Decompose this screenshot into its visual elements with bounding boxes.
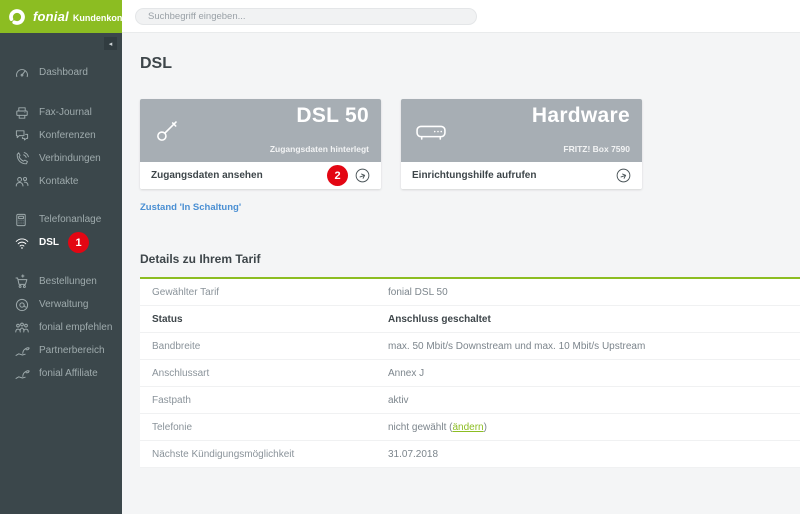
row-label: Gewählter Tarif bbox=[152, 286, 220, 298]
dsl-tariff-card: DSL 50 Zugangsdaten hinterlegt Zugangsda… bbox=[140, 99, 381, 189]
setup-help-label: Einrichtungshilfe aufrufen bbox=[412, 170, 537, 181]
sidebar-item-telefonanlage[interactable]: Telefonanlage bbox=[0, 208, 122, 231]
sidebar-item-label: Fax-Journal bbox=[39, 107, 92, 118]
table-row: Gewählter Tarif fonial DSL 50 bbox=[140, 279, 800, 306]
sidebar-collapse-button[interactable]: ◂ bbox=[104, 37, 117, 50]
table-row: Nächste Kündigungsmöglichkeit 31.07.2018 bbox=[140, 441, 800, 468]
table-row: Anschlussart Annex J bbox=[140, 360, 800, 387]
tariff-details-table: Gewählter Tarif fonial DSL 50 Status Ans… bbox=[140, 277, 800, 468]
main-content: DSL DSL 50 Zugangsdaten hinterlegt Zugan… bbox=[122, 33, 800, 514]
sprout-hand-icon bbox=[13, 342, 30, 359]
arrow-circle-icon bbox=[355, 168, 370, 183]
annotation-step-1-badge: 1 bbox=[68, 232, 89, 253]
brand-logo-area[interactable]: fonial Kundenkonto bbox=[0, 0, 131, 33]
row-value: Annex J bbox=[388, 367, 425, 379]
table-row: Fastpath aktiv bbox=[140, 387, 800, 414]
sidebar-item-label: fonial Affiliate bbox=[39, 368, 98, 379]
sidebar-item-verwaltung[interactable]: Verwaltung bbox=[0, 293, 122, 316]
row-label: Bandbreite bbox=[152, 340, 201, 352]
table-row-status: Status Anschluss geschaltet bbox=[140, 306, 800, 333]
sidebar-item-label: Kontakte bbox=[39, 176, 79, 187]
dsl-card-title: DSL 50 bbox=[296, 104, 369, 127]
page-title: DSL bbox=[140, 55, 172, 72]
table-row: Bandbreite max. 50 Mbit/s Downstream und… bbox=[140, 333, 800, 360]
annotation-step-2-badge: 2 bbox=[327, 165, 348, 186]
hardware-card-header: Hardware FRITZ! Box 7590 bbox=[401, 99, 642, 162]
sidebar-item-label: Bestellungen bbox=[39, 276, 97, 287]
cart-icon bbox=[13, 273, 30, 290]
row-value: nicht gewählt (ändern) bbox=[388, 421, 487, 433]
sidebar-item-label: Dashboard bbox=[39, 67, 88, 78]
pbx-icon bbox=[13, 211, 30, 228]
chat-bubbles-icon bbox=[13, 127, 30, 144]
contacts-icon bbox=[13, 173, 30, 190]
sidebar-item-label: Verwaltung bbox=[39, 299, 89, 310]
cards-row: DSL 50 Zugangsdaten hinterlegt Zugangsda… bbox=[140, 99, 800, 189]
sidebar-nav: Dashboard Fax-Journal Konferenzen Verbin… bbox=[0, 33, 122, 385]
view-credentials-label: Zugangsdaten ansehen bbox=[151, 170, 263, 181]
view-credentials-button[interactable]: Zugangsdaten ansehen 2 bbox=[140, 162, 381, 189]
sidebar: ◂ Dashboard Fax-Journal Konferenzen Verb… bbox=[0, 33, 122, 514]
sidebar-item-konferenzen[interactable]: Konferenzen bbox=[0, 124, 122, 147]
details-section-title: Details zu Ihrem Tarif bbox=[140, 252, 261, 266]
sidebar-item-fonial-affiliate[interactable]: fonial Affiliate bbox=[0, 362, 122, 385]
sidebar-item-label: DSL bbox=[39, 237, 59, 248]
hardware-card-title: Hardware bbox=[531, 104, 630, 127]
dsl-card-header: DSL 50 Zugangsdaten hinterlegt bbox=[140, 99, 381, 162]
sidebar-item-fonial-empfehlen[interactable]: fonial empfehlen bbox=[0, 316, 122, 339]
row-value: fonial DSL 50 bbox=[388, 286, 448, 298]
sprout-hand-icon bbox=[13, 365, 30, 382]
row-value: 31.07.2018 bbox=[388, 448, 439, 460]
wifi-icon bbox=[13, 234, 30, 251]
sidebar-item-dsl[interactable]: DSL 1 bbox=[0, 231, 122, 254]
change-telefonie-link[interactable]: ändern bbox=[452, 422, 483, 433]
hardware-card: Hardware FRITZ! Box 7590 Einrichtungshil… bbox=[401, 99, 642, 189]
row-value: aktiv bbox=[388, 394, 409, 406]
sidebar-item-kontakte[interactable]: Kontakte bbox=[0, 170, 122, 193]
sidebar-item-label: Partnerbereich bbox=[39, 345, 105, 356]
dsl-card-subtitle: Zugangsdaten hinterlegt bbox=[269, 144, 369, 154]
brand-suffix: Kundenkonto bbox=[72, 12, 131, 23]
sidebar-item-verbindungen[interactable]: Verbindungen bbox=[0, 147, 122, 170]
brand-name: fonial bbox=[33, 9, 69, 24]
sidebar-item-label: Konferenzen bbox=[39, 130, 96, 141]
hardware-card-subtitle: FRITZ! Box 7590 bbox=[563, 144, 630, 154]
sidebar-item-label: Verbindungen bbox=[39, 153, 101, 164]
row-label: Anschlussart bbox=[152, 367, 210, 379]
setup-help-button[interactable]: Einrichtungshilfe aufrufen bbox=[401, 162, 642, 189]
people-group-icon bbox=[13, 319, 30, 336]
key-icon bbox=[157, 121, 177, 141]
status-link[interactable]: Zustand 'In Schaltung' bbox=[140, 202, 241, 213]
table-row-telefonie: Telefonie nicht gewählt (ändern) bbox=[140, 414, 800, 441]
row-label: Nächste Kündigungsmöglichkeit bbox=[152, 448, 295, 460]
at-circle-icon bbox=[13, 296, 30, 313]
sidebar-item-label: fonial empfehlen bbox=[39, 322, 113, 333]
fonial-logo-icon bbox=[9, 8, 25, 25]
sidebar-item-partnerbereich[interactable]: Partnerbereich bbox=[0, 339, 122, 362]
arrow-circle-icon bbox=[616, 168, 631, 183]
row-value: Anschluss geschaltet bbox=[388, 313, 491, 325]
search-input[interactable] bbox=[135, 8, 477, 25]
dashboard-icon bbox=[13, 64, 30, 81]
topbar: fonial Kundenkonto bbox=[0, 0, 800, 33]
printer-icon bbox=[13, 104, 30, 121]
row-label: Telefonie bbox=[152, 421, 193, 433]
sidebar-item-fax-journal[interactable]: Fax-Journal bbox=[0, 101, 122, 124]
sidebar-item-label: Telefonanlage bbox=[39, 214, 102, 225]
sidebar-item-dashboard[interactable]: Dashboard bbox=[0, 61, 122, 84]
row-label: Status bbox=[152, 313, 183, 325]
row-value: max. 50 Mbit/s Downstream und max. 10 Mb… bbox=[388, 340, 646, 352]
router-icon bbox=[416, 125, 446, 140]
sidebar-item-bestellungen[interactable]: Bestellungen bbox=[0, 270, 122, 293]
row-label: Fastpath bbox=[152, 394, 191, 406]
phone-waves-icon bbox=[13, 150, 30, 167]
